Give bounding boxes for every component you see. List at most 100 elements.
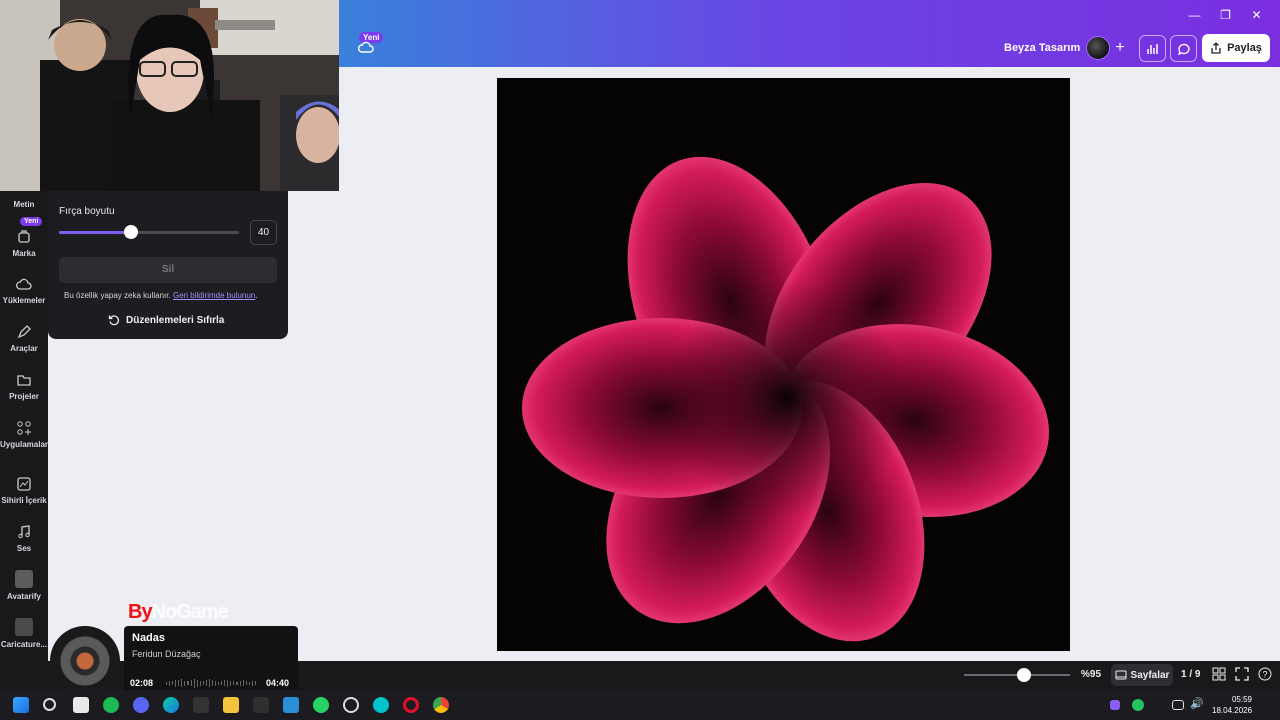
steam-icon[interactable] [283, 697, 299, 713]
grid-view-icon[interactable] [1212, 667, 1226, 681]
zoom-slider[interactable] [964, 668, 1070, 682]
network-icon[interactable] [1172, 700, 1184, 710]
file-explorer-icon[interactable] [223, 697, 239, 713]
sidebar-item-label: Araçlar [10, 344, 38, 353]
app-icon[interactable] [193, 697, 209, 713]
windows-start-icon[interactable] [13, 697, 29, 713]
restore-icon[interactable]: ❐ [1210, 6, 1241, 24]
task-view-icon[interactable] [73, 697, 89, 713]
magic-image-icon [17, 477, 31, 491]
fullscreen-icon[interactable] [1235, 667, 1249, 681]
sidebar-item-label: Yüklemeler [2, 296, 46, 305]
close-icon[interactable]: ✕ [1241, 6, 1272, 24]
sidebar-item-label: Sihirli İçerik [1, 496, 47, 505]
minimize-icon[interactable]: — [1179, 6, 1210, 24]
zoom-slider-handle[interactable] [1017, 668, 1032, 682]
folder-icon [17, 375, 31, 386]
upload-cloud-icon [16, 278, 32, 290]
new-badge: Yeni [20, 217, 43, 226]
obs-icon[interactable] [343, 697, 359, 713]
edge-icon[interactable] [163, 697, 179, 713]
flower-image [522, 156, 1049, 642]
design-title[interactable]: Beyza Tasarım [1004, 42, 1080, 54]
apps-grid-icon [17, 421, 31, 435]
tray-app-icon[interactable] [1132, 699, 1144, 711]
brush-size-label: Fırça boyutu [59, 206, 115, 217]
sidebar-item-caricature[interactable]: Caricature... [0, 618, 48, 649]
caricature-app-icon [15, 618, 33, 636]
app-icon[interactable] [253, 697, 269, 713]
share-label: Paylaş [1227, 42, 1262, 54]
sidebar-item-apps[interactable]: Uygulamalar [0, 420, 48, 449]
add-collaborator-icon[interactable]: + [1112, 36, 1128, 60]
comments-button[interactable] [1170, 35, 1197, 62]
discord-icon[interactable] [133, 697, 149, 713]
zoom-level[interactable]: %95 [1081, 669, 1101, 680]
reset-icon [108, 315, 120, 326]
sidebar-item-audio[interactable]: Ses [0, 524, 48, 553]
cloud-save-icon[interactable] [358, 40, 374, 54]
sidebar-item-magic-content[interactable]: Sihirli İçerik [0, 476, 48, 505]
brush-size-input[interactable]: 40 [250, 220, 277, 245]
window-controls: — ❐ ✕ [1179, 6, 1272, 24]
sidebar-item-label: Avatarify [7, 592, 41, 601]
sidebar-item-label: Uygulamalar [0, 440, 49, 449]
total-time: 04:40 [266, 678, 290, 688]
user-avatar[interactable] [1086, 36, 1110, 60]
elapsed-time: 02:08 [130, 678, 154, 688]
music-note-icon [18, 525, 30, 539]
sidebar-item-projects[interactable]: Projeler [0, 372, 48, 401]
tray-app-icon[interactable] [1110, 700, 1120, 710]
svg-text:?: ? [1262, 670, 1267, 680]
sidebar-item-brand[interactable]: Marka [0, 229, 48, 258]
share-upload-icon [1211, 42, 1221, 54]
pen-tool-icon [17, 325, 31, 339]
spotify-icon[interactable] [103, 697, 119, 713]
bynogame-logo: ByNoGame [128, 601, 229, 623]
opera-icon[interactable] [403, 697, 419, 713]
audio-waveform [166, 678, 256, 688]
canva-icon[interactable] [373, 697, 389, 713]
sidebar-item-label: Caricature... [0, 640, 48, 649]
track-artist: Feridun Düzağaç [132, 649, 201, 659]
comment-icon [1177, 43, 1190, 55]
sidebar-item-avatarify[interactable]: Avatarify [0, 570, 48, 601]
erase-button[interactable]: Sil [59, 257, 277, 283]
sidebar-item-label: Metin [13, 200, 35, 209]
track-title: Nadas [132, 632, 166, 644]
sidebar-item-label: Marka [12, 249, 36, 258]
page-counter: 1 / 9 [1181, 669, 1201, 680]
search-icon[interactable] [43, 698, 56, 711]
volume-icon[interactable]: 🔊 [1190, 697, 1206, 713]
sidebar-item-label: Ses [16, 544, 32, 553]
sidebar-item-uploads[interactable]: Yüklemeler [0, 276, 48, 305]
sidebar-item-text[interactable]: Metin [0, 200, 48, 209]
brush-settings-panel: Fırça boyutu 40 Sil Bu özellik yapay zek… [48, 180, 288, 339]
webcam-overlay [0, 0, 339, 191]
pages-icon [1115, 670, 1127, 680]
avatarify-app-icon [15, 570, 33, 588]
album-art-disc [50, 626, 120, 696]
feedback-link[interactable]: Geri bildirimde bulunun [173, 291, 255, 300]
ai-notice: Bu özellik yapay zeka kullanır. Geri bil… [64, 291, 258, 300]
system-clock[interactable]: 05:59 18.04.2026 [1212, 694, 1252, 716]
now-playing-widget: Nadas Feridun Düzağaç 02:08 04:40 [124, 626, 298, 692]
share-button[interactable]: Paylaş [1202, 34, 1270, 62]
brand-icon [18, 230, 30, 243]
brush-size-slider[interactable] [59, 225, 239, 239]
pages-button[interactable]: Sayfalar [1111, 664, 1173, 686]
sidebar-item-tools[interactable]: Araçlar [0, 324, 48, 353]
insights-button[interactable] [1139, 35, 1166, 62]
help-icon[interactable]: ? [1258, 667, 1272, 681]
canva-editor-window: — ❐ ✕ Yeni Beyza Tasarım + Paylaş Metin … [0, 0, 1280, 720]
bar-chart-icon [1146, 43, 1158, 54]
design-page[interactable] [497, 78, 1070, 651]
windows-taskbar: 🔊 05:59 18.04.2026 [0, 690, 1280, 720]
chrome-icon[interactable] [433, 697, 449, 713]
webcam-video [0, 0, 339, 191]
slider-fill [59, 231, 131, 234]
slider-handle[interactable] [124, 225, 138, 239]
whatsapp-icon[interactable] [313, 697, 329, 713]
reset-edits-button[interactable]: Düzenlemeleri Sıfırla [108, 314, 224, 326]
sidebar-item-label: Projeler [9, 392, 39, 401]
